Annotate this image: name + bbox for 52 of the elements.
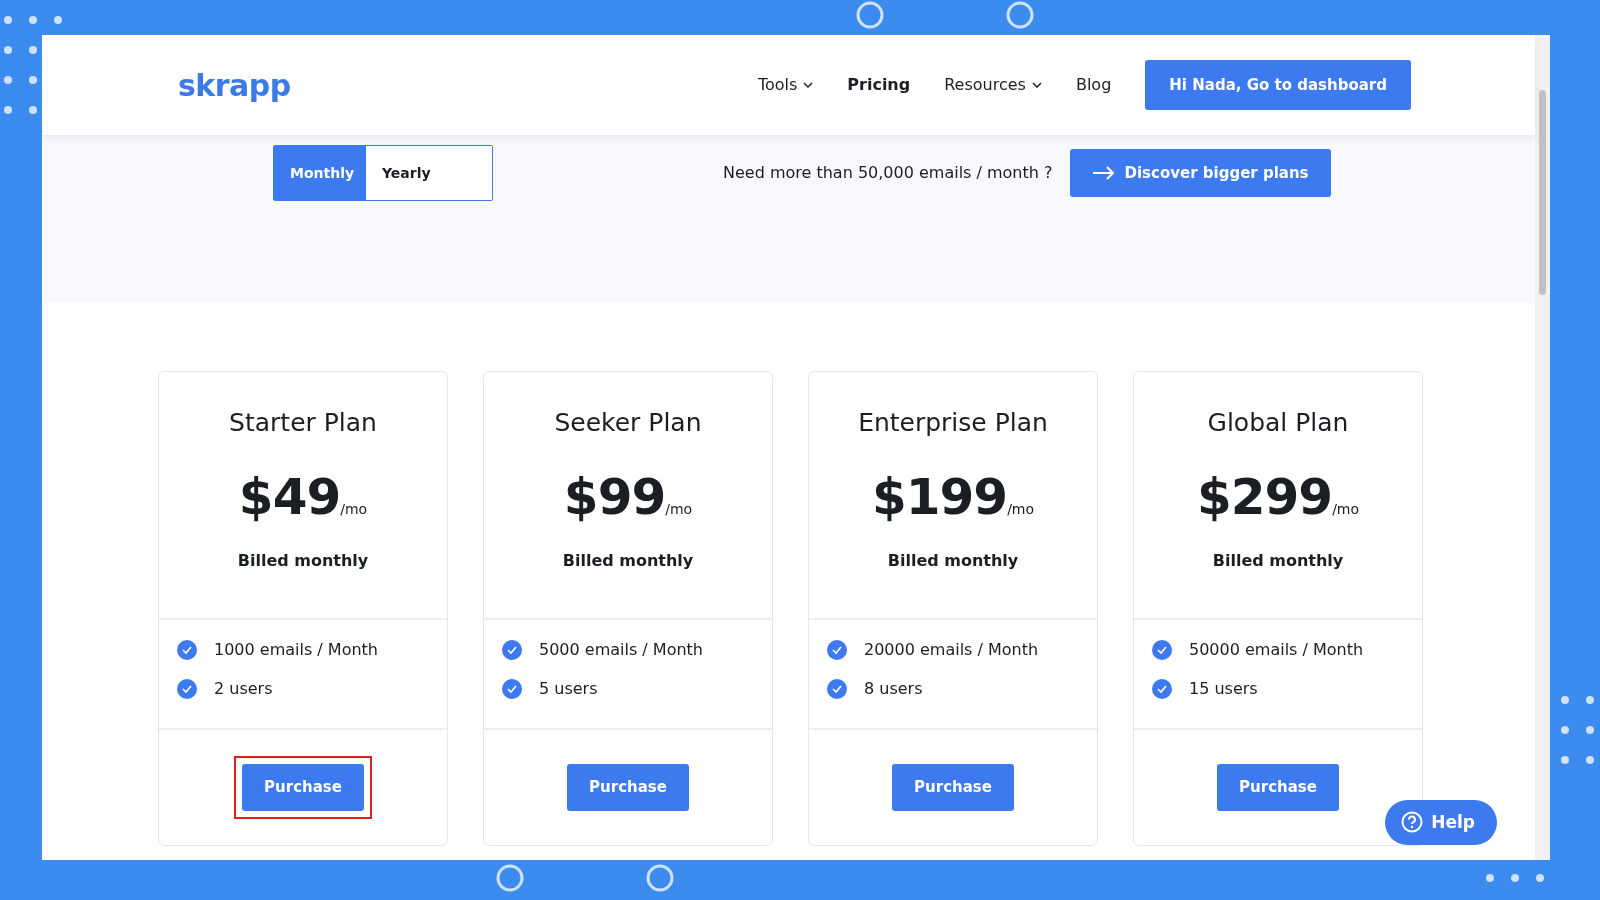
feature-text: 1000 emails / Month <box>214 639 378 661</box>
purchase-button[interactable]: Purchase <box>892 764 1014 811</box>
nav-link[interactable]: Resources <box>944 73 1042 97</box>
ring-decoration <box>496 864 524 892</box>
billing-note: Billed monthly <box>1211 549 1345 572</box>
purchase-button[interactable]: Purchase <box>1217 764 1339 811</box>
help-icon <box>1401 811 1424 834</box>
discover-plans-button[interactable]: Discover bigger plans <box>1070 148 1331 198</box>
check-icon <box>177 640 197 660</box>
check-icon <box>502 640 522 660</box>
plan-price: $49/mo <box>237 466 369 528</box>
plan-price: $99/mo <box>562 466 694 528</box>
dot-pattern-drawing <box>1561 696 1594 764</box>
scrollbar-thumb[interactable] <box>1539 90 1546 295</box>
plan-name: Global Plan <box>1206 407 1350 439</box>
plan-name: Seeker Plan <box>553 407 703 439</box>
nav-link[interactable]: Blog <box>1075 73 1112 97</box>
feature-text: 8 users <box>864 678 923 700</box>
feature-text: 5 users <box>539 678 598 700</box>
feature-text: 50000 emails / Month <box>1189 639 1364 661</box>
billing-toggle-option[interactable]: Yearly <box>366 146 492 200</box>
plan-name: Enterprise Plan <box>857 407 1049 439</box>
nav-link[interactable]: Pricing <box>847 73 911 97</box>
ring-decoration <box>1006 1 1034 29</box>
plan-price: $199/mo <box>870 466 1036 528</box>
dashboard-button[interactable]: Hi Nada, Go to dashboard <box>1145 59 1411 111</box>
help-button[interactable]: Help <box>1385 799 1497 845</box>
nav-link[interactable]: Tools <box>757 73 814 97</box>
arrow-right-icon <box>1092 166 1115 180</box>
check-icon <box>827 640 847 660</box>
plan-name: Starter Plan <box>228 407 378 439</box>
billing-toggle-option[interactable]: Monthly <box>274 146 366 200</box>
check-icon <box>1152 679 1172 699</box>
dot-pattern-drawing <box>1486 874 1544 882</box>
ring-decoration <box>856 1 884 29</box>
feature-text: 5000 emails / Month <box>539 639 703 661</box>
check-icon <box>1152 640 1172 660</box>
billing-note: Billed monthly <box>561 549 695 572</box>
purchase-button[interactable]: Purchase <box>242 764 364 811</box>
check-icon <box>502 679 522 699</box>
check-icon <box>827 679 847 699</box>
purchase-button[interactable]: Purchase <box>567 764 689 811</box>
ring-decoration <box>646 864 674 892</box>
bigger-plans-text: Need more than 50,000 emails / month ? <box>723 162 1053 184</box>
logo[interactable]: skrapp <box>178 62 291 108</box>
billing-note: Billed monthly <box>886 549 1020 572</box>
check-icon <box>177 679 197 699</box>
plan-price: $299/mo <box>1195 466 1361 528</box>
billing-note: Billed monthly <box>236 549 370 572</box>
feature-text: 2 users <box>214 678 273 700</box>
feature-text: 20000 emails / Month <box>864 639 1039 661</box>
feature-text: 15 users <box>1189 678 1258 700</box>
